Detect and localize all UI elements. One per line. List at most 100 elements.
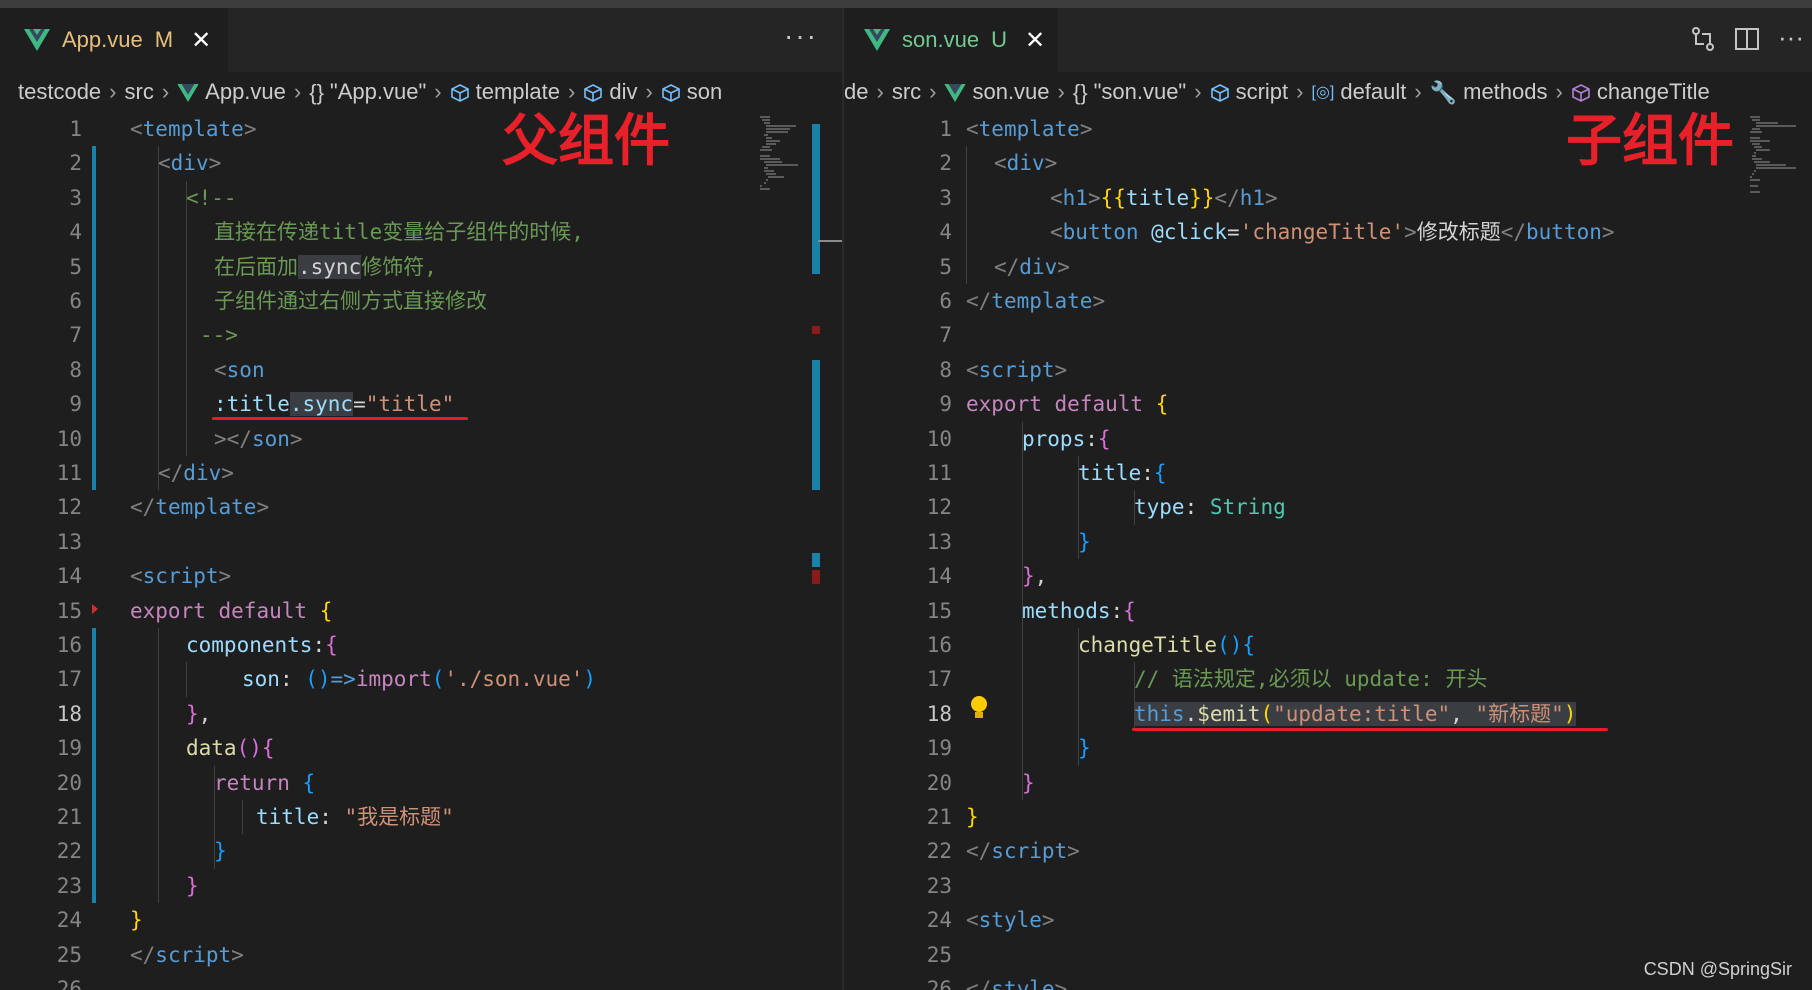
code-line[interactable]: 4 直接在传递title变量给子组件的时候, [0, 215, 842, 249]
code-line[interactable]: 8 <son [0, 353, 842, 387]
code-line[interactable]: 10 ></son> [0, 422, 842, 456]
breadcrumb-item[interactable]: testcode [18, 79, 101, 104]
code-token: ) [583, 667, 597, 692]
code-line[interactable]: 5 在后面加.sync修饰符, [0, 250, 842, 284]
breadcrumb-item[interactable]: 🔧 methods [1430, 79, 1548, 105]
split-editor-icon[interactable] [1734, 26, 1760, 52]
code-token: @click [1151, 220, 1228, 245]
line-number: 9 [939, 392, 952, 417]
compare-changes-icon[interactable] [1690, 26, 1716, 52]
code-line[interactable]: 11 </div> [0, 456, 842, 490]
code-line[interactable]: 17 son: ()=>import('./son.vue') [0, 662, 842, 696]
code-line[interactable]: 20} [844, 766, 1812, 800]
breadcrumb-item[interactable]: [◎] default [1311, 79, 1406, 104]
breadcrumb-item[interactable]: son [661, 79, 722, 104]
line-code: ></son> [214, 422, 303, 456]
code-line[interactable]: 16 changeTitle(){ [844, 628, 1812, 662]
line-code: <button @click='changeTitle'>修改标题</butto… [1050, 215, 1615, 249]
line-number: 23 [926, 873, 952, 898]
line-number: 24 [926, 908, 952, 933]
minimap-left[interactable] [758, 112, 818, 990]
code-line[interactable]: 14 <script> [0, 559, 842, 593]
code-line[interactable]: 9 export default { [844, 387, 1812, 421]
code-line[interactable]: 21} [844, 800, 1812, 834]
code-line[interactable]: 7 --> [0, 318, 842, 352]
breadcrumb-item[interactable]: src [892, 79, 921, 104]
code-line[interactable]: 7 [844, 318, 1812, 352]
code-line[interactable]: 4 <button @click='changeTitle'>修改标题</butt… [844, 215, 1812, 249]
code-line[interactable]: 20 return { [0, 766, 842, 800]
breadcrumb-item[interactable]: de [844, 79, 868, 104]
more-actions-icon[interactable]: ··· [784, 20, 818, 52]
code-line[interactable]: 18}, [0, 697, 842, 731]
line-number: 15 [926, 598, 952, 623]
line-number: 20 [56, 770, 82, 795]
code-line[interactable]: 6 </template> [844, 284, 1812, 318]
code-line[interactable]: 26 [0, 972, 842, 990]
code-line[interactable]: 5 </div> [844, 250, 1812, 284]
code-line[interactable]: 3 <!-- [0, 181, 842, 215]
more-actions-icon[interactable]: ··· [1778, 24, 1804, 52]
code-line[interactable]: 16 components:{ [0, 628, 842, 662]
breadcrumb-item[interactable]: App.vue [177, 79, 286, 104]
code-line[interactable]: 23} [0, 869, 842, 903]
line-number: 13 [926, 529, 952, 554]
lightbulb-icon[interactable] [968, 694, 990, 722]
code-line[interactable]: 22} [0, 834, 842, 868]
code-line[interactable]: 8 <script> [844, 353, 1812, 387]
minimap-line [1756, 149, 1770, 151]
code-editor-right[interactable]: 1 <template> 2 <div> 3 <h1>{{title}}</h1> 4 <bu… [844, 112, 1812, 990]
close-icon[interactable]: ✕ [191, 26, 211, 55]
breadcrumb-item[interactable]: template [450, 79, 560, 104]
code-line[interactable]: 15 export default { [0, 594, 842, 628]
line-code: } [130, 903, 143, 937]
deleted-lines-marker [92, 603, 98, 614]
tab-son-vue[interactable]: son.vue U ✕ [844, 8, 1058, 72]
line-number: 25 [56, 942, 82, 967]
code-line[interactable]: 19} [844, 731, 1812, 765]
code-line[interactable]: 14}, [844, 559, 1812, 593]
code-token: } [966, 805, 979, 829]
code-editor-left[interactable]: 1 <template> 2 <div> 3 <!-- 4 直接在传递title变量给子组件的… [0, 112, 842, 990]
code-token: 'changeTitle' [1239, 220, 1405, 245]
code-line[interactable]: 17 // 语法规定,必须以 update: 开头 [844, 662, 1812, 696]
code-line[interactable]: 2 <div> [0, 146, 842, 180]
variable-icon: [◎] [1311, 84, 1335, 102]
breadcrumb-item[interactable]: script [1210, 79, 1288, 104]
breadcrumb-label: son [686, 79, 723, 104]
tab-app-vue[interactable]: App.vue M ✕ [0, 8, 228, 72]
code-line[interactable]: 21 title: "我是标题" [0, 800, 842, 834]
code-line[interactable]: 3 <h1>{{title}}</h1> [844, 181, 1812, 215]
line-code: }, [1022, 559, 1047, 593]
breadcrumb-item[interactable]: changeTitle [1571, 79, 1710, 104]
breadcrumb-item[interactable]: div [583, 79, 637, 104]
code-line[interactable]: 13 [0, 525, 842, 559]
code-line[interactable]: 11 title:{ [844, 456, 1812, 490]
code-line[interactable]: 15 methods:{ [844, 594, 1812, 628]
code-line[interactable]: 19 data(){ [0, 731, 842, 765]
indent-guide [158, 146, 159, 491]
code-line[interactable]: 12 type: String [844, 490, 1812, 524]
minimap-right[interactable] [1748, 112, 1808, 990]
code-line[interactable]: 13} [844, 525, 1812, 559]
close-icon[interactable]: ✕ [1025, 26, 1045, 55]
code-line[interactable]: 12 </template> [0, 490, 842, 524]
code-line[interactable]: 6 子组件通过右侧方式直接修改 [0, 284, 842, 318]
scrollbar-slider[interactable] [818, 240, 842, 242]
chevron-right-icon: › [568, 79, 576, 104]
code-line[interactable]: 24 <style> [844, 903, 1812, 937]
breadcrumb-item[interactable]: src [125, 79, 154, 104]
breadcrumb-item[interactable]: {} "App.vue" [309, 79, 426, 105]
code-line[interactable]: 22 </script> [844, 834, 1812, 868]
code-line[interactable]: 25 </script> [0, 938, 842, 972]
code-token: // 语法规定,必须以 update: 开头 [1134, 667, 1488, 692]
breadcrumb-item[interactable]: son.vue [944, 79, 1050, 104]
code-line[interactable]: 24} [0, 903, 842, 937]
code-line[interactable]: 1 <template> [0, 112, 842, 146]
breadcrumb-item[interactable]: {} "son.vue" [1073, 79, 1186, 105]
code-line[interactable]: 23 [844, 869, 1812, 903]
code-line[interactable]: 10 props:{ [844, 422, 1812, 456]
code-token: import [355, 667, 432, 692]
line-number: 4 [939, 220, 952, 245]
line-number: 3 [69, 185, 82, 210]
